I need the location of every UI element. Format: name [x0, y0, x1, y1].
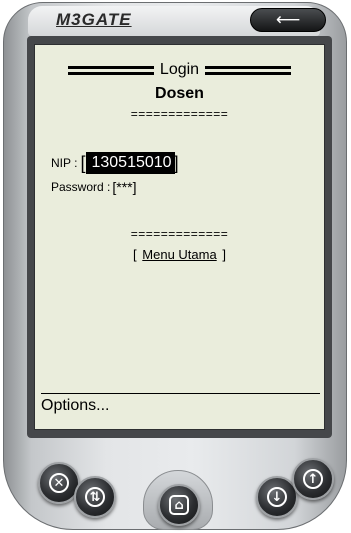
separator-top: =============	[130, 107, 229, 121]
page-subtitle: Dosen	[155, 85, 204, 102]
nip-bracket-close: ]	[173, 153, 179, 173]
arrow-down-icon: ↓	[267, 487, 287, 507]
home-button[interactable]: ⌂	[158, 484, 200, 526]
password-input[interactable]: [***]	[112, 179, 136, 195]
separator-bottom: =============	[130, 227, 229, 241]
back-button[interactable]: ⟵	[250, 8, 326, 32]
nip-bracket-open: [	[80, 153, 86, 173]
nip-input[interactable]: 130515010	[86, 152, 175, 174]
menu-bracket-close: ]	[222, 247, 226, 262]
menu-utama-row: [ Menu Utama ]	[35, 247, 324, 262]
password-label: Password :	[51, 180, 111, 194]
nip-row: NIP : [ 130515010 ]	[51, 152, 179, 174]
brand-logo: M3GATE	[56, 10, 132, 29]
phone-screen: Login Dosen ============= NIP : [ 130515…	[34, 44, 325, 430]
arrow-up-icon: ↑	[303, 469, 323, 489]
options-softkey[interactable]: Options...	[41, 397, 109, 415]
nip-label: NIP :	[51, 156, 78, 170]
menu-utama-link[interactable]: Menu Utama	[140, 247, 218, 262]
title-bars-right	[205, 65, 292, 75]
home-icon: ⌂	[169, 495, 189, 515]
password-row: Password : [***]	[51, 179, 136, 195]
up-button[interactable]: ↑	[292, 458, 334, 500]
page-title: Login	[159, 61, 200, 78]
menu-bracket-open: [	[133, 247, 137, 262]
title-row: Login	[35, 59, 324, 81]
back-arrow-icon: ⟵	[275, 10, 301, 30]
swap-button[interactable]: ⇅	[74, 476, 116, 518]
x-icon: ✕	[49, 473, 69, 493]
swap-icon: ⇅	[85, 487, 105, 507]
options-divider	[41, 393, 320, 394]
title-bars-left	[67, 65, 154, 75]
